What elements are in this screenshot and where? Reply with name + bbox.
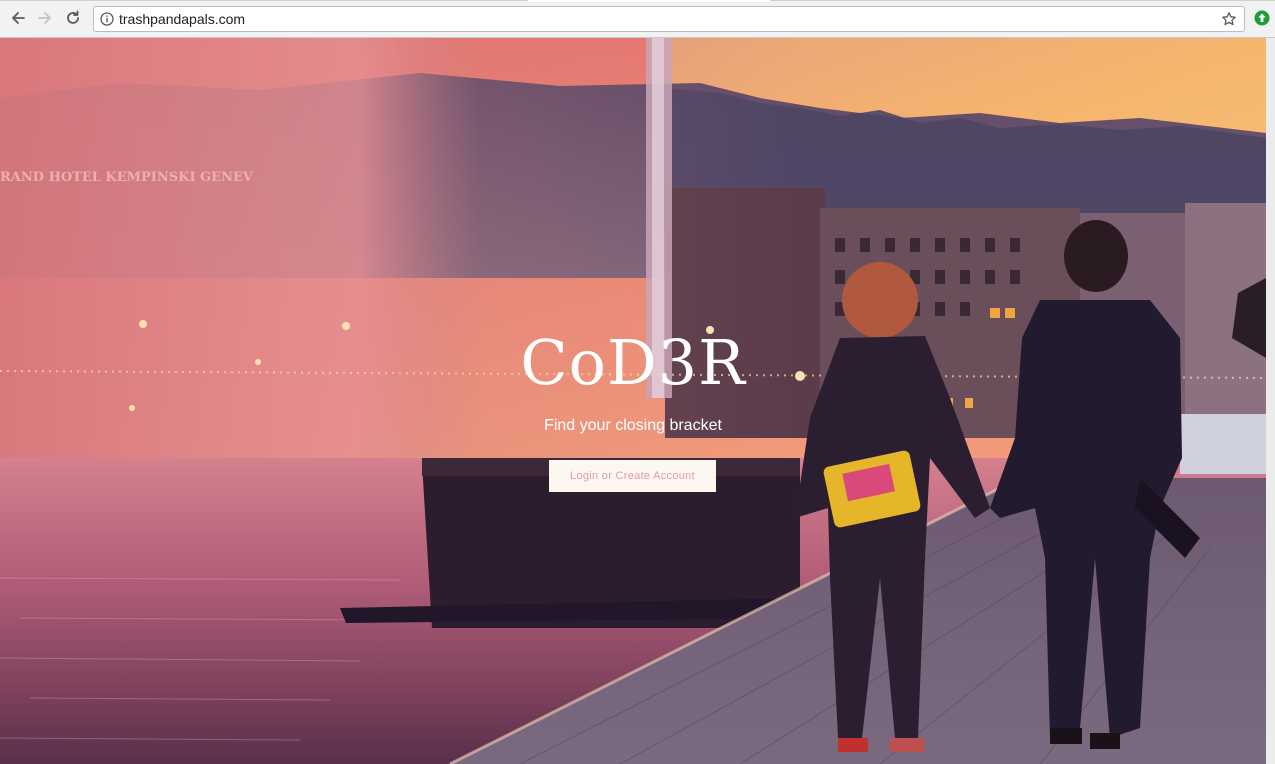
active-tab-edge: [528, 0, 770, 2]
address-bar[interactable]: trashpandapals.com: [93, 6, 1245, 32]
login-button[interactable]: Login or Create Account: [549, 460, 716, 492]
url-text[interactable]: trashpandapals.com: [119, 11, 245, 27]
brand-title: CoD3R: [520, 326, 746, 399]
back-button[interactable]: [7, 7, 29, 29]
hero-background-photo: RAND HOTEL KEMPINSKI GENEV: [0, 38, 1266, 764]
reload-icon: [67, 10, 79, 24]
info-icon[interactable]: [100, 12, 114, 26]
tagline: Find your closing bracket: [544, 417, 722, 434]
scrollbar[interactable]: [1266, 38, 1275, 764]
hotel-sign-text: RAND HOTEL KEMPINSKI GENEV: [0, 170, 254, 185]
hero-section: RAND HOTEL KEMPINSKI GENEV CoD3R Find yo…: [0, 38, 1266, 764]
star-icon[interactable]: [1221, 11, 1237, 27]
browser-toolbar: trashpandapals.com: [0, 0, 1275, 38]
back-arrow-icon: [12, 12, 25, 24]
forward-button[interactable]: [34, 7, 56, 29]
tab-strip-divider: [770, 0, 1275, 1]
forward-arrow-icon: [38, 12, 51, 24]
extension-icon[interactable]: [1254, 10, 1270, 26]
tab-strip-divider: [0, 0, 528, 1]
reload-button[interactable]: [62, 7, 84, 29]
